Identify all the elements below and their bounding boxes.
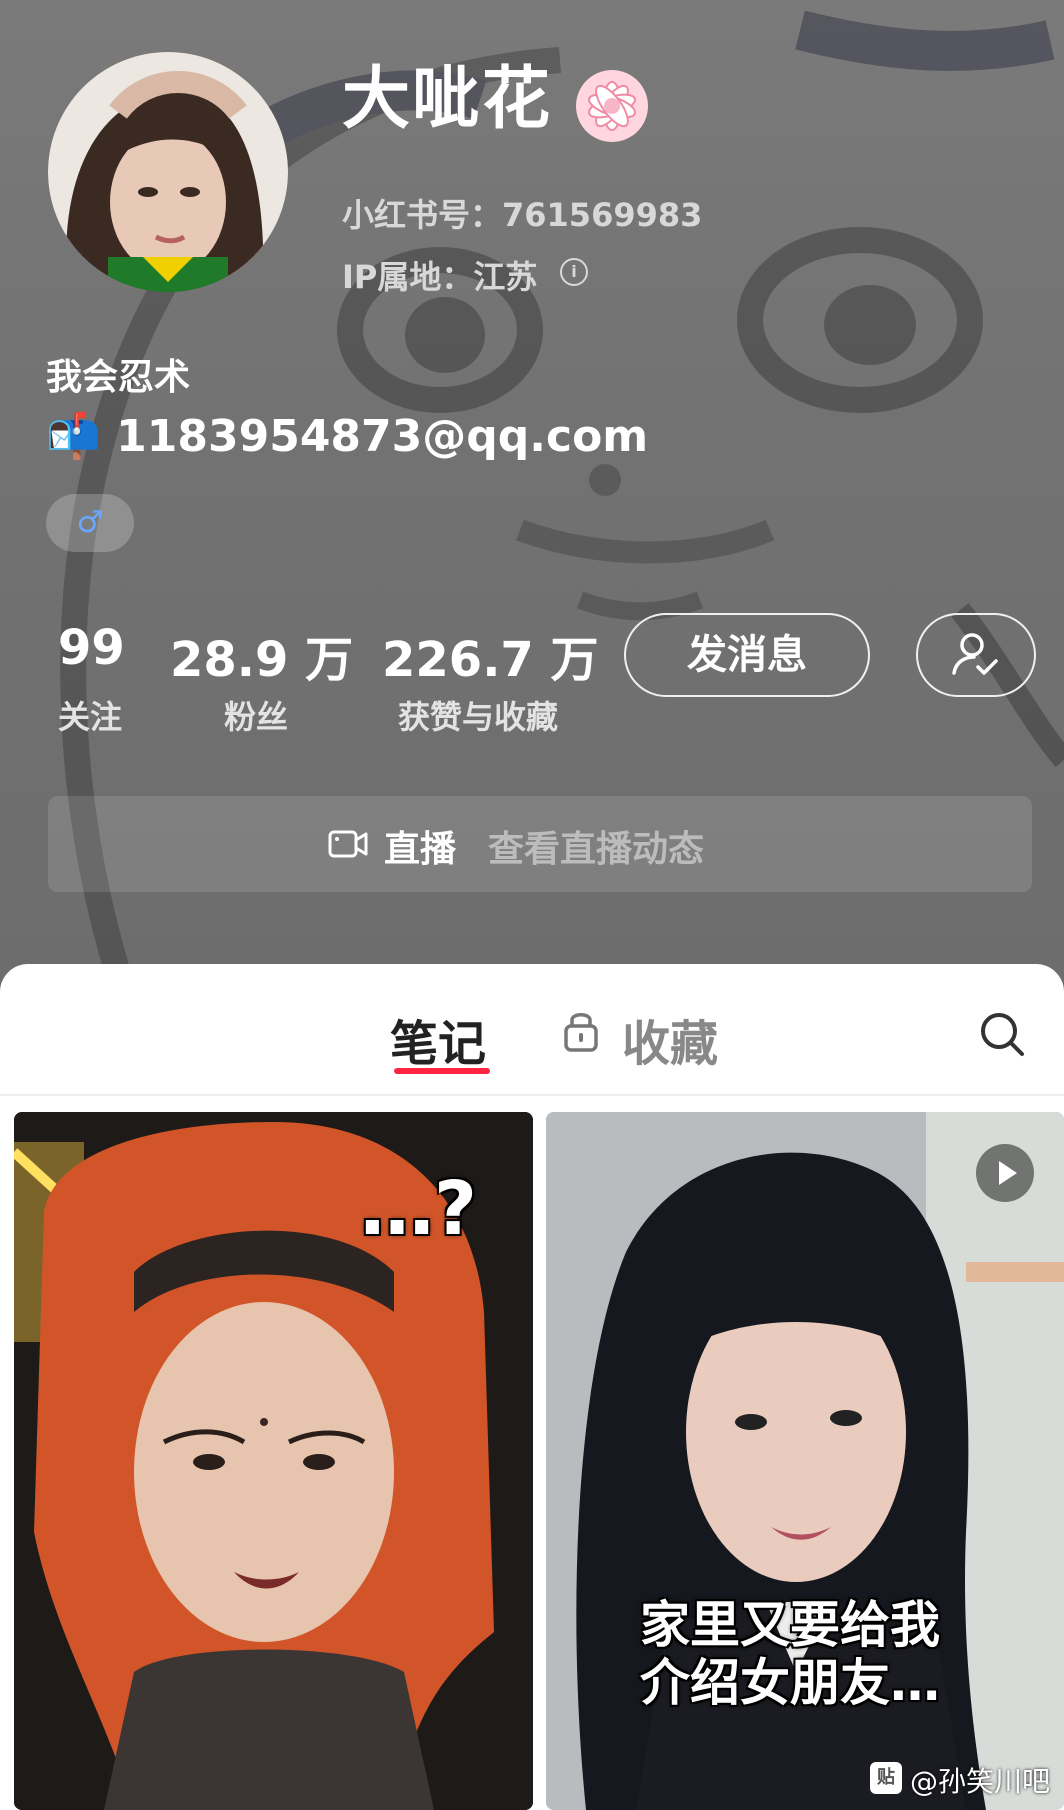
tab-notes[interactable]: 笔记 — [390, 1004, 486, 1074]
tieba-logo-icon: 贴 — [870, 1762, 902, 1794]
nickname: 大呲花 — [342, 60, 553, 139]
following-count[interactable]: 99 — [58, 620, 125, 676]
note-caption: 家里又要给我 介绍女朋友… — [640, 1596, 940, 1712]
lock-icon — [564, 1013, 598, 1052]
live-link[interactable]: 查看直播动态 — [488, 820, 704, 872]
note-caption-line1: 家里又要给我 — [640, 1596, 940, 1654]
note-overlay-text: …? — [360, 1166, 477, 1252]
bio-email: 1183954873@qq.com — [116, 411, 649, 462]
gender-badge: ♂ — [46, 494, 134, 552]
info-icon[interactable]: i — [560, 258, 588, 286]
tab-collections[interactable]: 收藏 — [622, 1004, 718, 1074]
profile-header: 大呲花 小红书号：761569983 IP属地：江苏 i 我会忍术 📬 1183… — [0, 0, 1064, 970]
watermark: @孙笑川吧 — [910, 1765, 1051, 1798]
red-id[interactable]: 小红书号：761569983 — [342, 190, 702, 236]
note-card[interactable]: …? — [14, 1112, 533, 1810]
likes-count[interactable]: 226.7 万 — [382, 620, 599, 690]
live-entry[interactable]: 直播 查看直播动态 — [48, 796, 1032, 892]
video-camera-icon — [328, 830, 368, 858]
avatar-image — [48, 52, 288, 292]
flower-icon — [576, 70, 648, 142]
message-button[interactable]: 发消息 — [624, 613, 870, 697]
live-label: 直播 — [384, 829, 457, 870]
ip-location: IP属地：江苏 — [342, 258, 538, 296]
bio-email-row: 📬 1183954873@qq.com — [46, 410, 648, 462]
following-label[interactable]: 关注 — [58, 692, 122, 738]
followers-label[interactable]: 粉丝 — [224, 692, 288, 738]
mailbox-icon: 📬 — [46, 411, 101, 462]
avatar[interactable] — [48, 52, 288, 292]
note-caption-line2: 介绍女朋友… — [640, 1654, 940, 1712]
play-icon — [999, 1161, 1017, 1185]
male-icon: ♂ — [76, 505, 104, 540]
tab-divider — [0, 1094, 1064, 1096]
user-check-icon — [952, 633, 998, 675]
follow-button[interactable] — [916, 613, 1036, 697]
search-icon[interactable] — [978, 1010, 1026, 1058]
bio-line: 我会忍术 — [46, 357, 191, 398]
likes-label[interactable]: 获赞与收藏 — [398, 692, 558, 738]
video-play-badge — [976, 1144, 1034, 1202]
active-tab-indicator — [394, 1068, 490, 1074]
followers-count[interactable]: 28.9 万 — [170, 620, 353, 690]
